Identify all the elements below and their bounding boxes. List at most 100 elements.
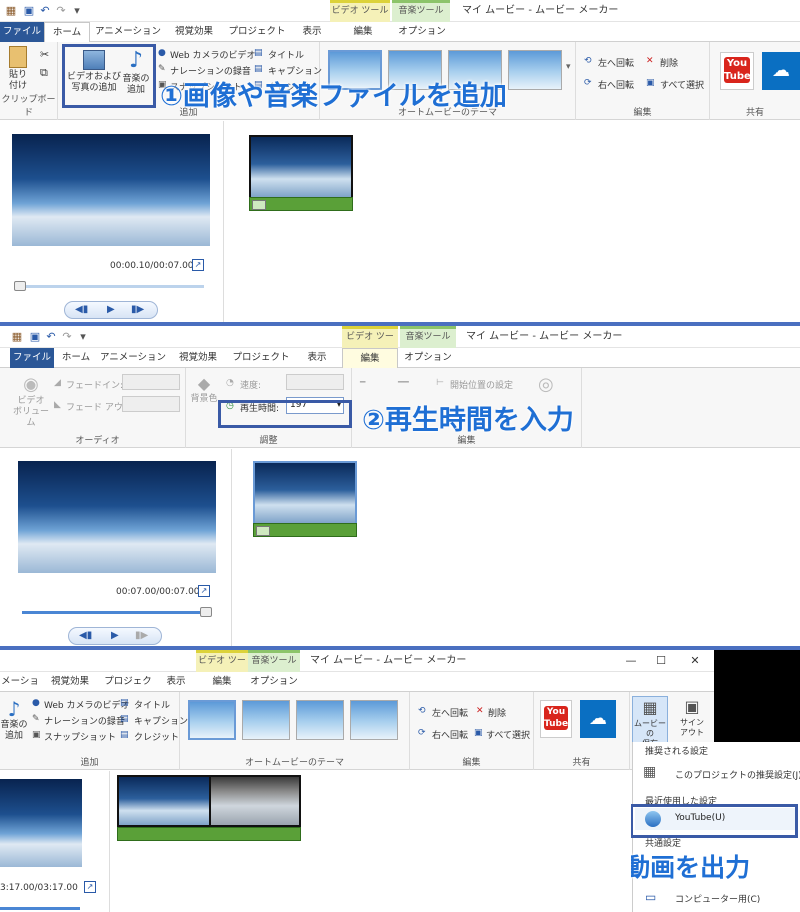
close-icon[interactable]: ✕ — [688, 654, 702, 668]
credit-button[interactable]: クレジット — [134, 730, 179, 743]
menu-item-computer[interactable]: コンピューター用(C) — [675, 892, 760, 905]
tab-animation[interactable]: メーション — [0, 672, 40, 707]
seek-slider[interactable] — [16, 285, 204, 288]
tab-visual-effects[interactable]: 視覚効果 — [170, 348, 226, 368]
previous-frame-icon[interactable]: ◀▮ — [79, 630, 92, 641]
rotate-left-button[interactable]: 左へ回転 — [432, 706, 468, 719]
timeline-clip[interactable] — [117, 775, 211, 827]
play-icon[interactable]: ▶ — [111, 630, 119, 641]
seek-slider[interactable] — [0, 907, 80, 910]
theme-thumbnail[interactable] — [508, 50, 562, 90]
add-music-button[interactable]: ♪ 音楽の 追加 — [0, 698, 28, 742]
onedrive-button[interactable]: ☁ — [580, 700, 616, 738]
cut-icon[interactable]: ✂ — [40, 48, 49, 61]
music-track[interactable] — [253, 523, 357, 537]
fade-out-select[interactable] — [122, 396, 180, 412]
tab-view[interactable]: 表示 — [158, 672, 194, 692]
youtube-button[interactable]: You Tube — [540, 700, 572, 738]
fullscreen-icon[interactable]: ↗ — [192, 259, 204, 271]
timeline-clip[interactable] — [253, 461, 357, 525]
tab-project[interactable]: プロジェクト — [100, 672, 156, 707]
theme-thumbnail[interactable] — [188, 700, 236, 740]
paste-button[interactable]: 貼り 付け — [4, 46, 32, 92]
select-all-button[interactable]: すべて選択 — [486, 728, 530, 741]
tab-options[interactable]: オプション — [248, 672, 300, 692]
delete-button[interactable]: 削除 — [488, 706, 506, 719]
undo-icon[interactable]: ↶ — [44, 330, 58, 344]
redo-icon[interactable]: ↷ — [60, 330, 74, 344]
timeline-clip[interactable] — [209, 775, 301, 827]
undo-icon[interactable]: ↶ — [38, 4, 52, 18]
next-frame-icon[interactable]: ▮▶ — [131, 304, 144, 315]
tab-file[interactable]: ファイル — [0, 22, 44, 42]
tab-edit[interactable]: 編集 — [196, 672, 248, 692]
music-track[interactable] — [117, 827, 301, 841]
rotate-right-button[interactable]: 右へ回転 — [432, 728, 468, 741]
tab-animation[interactable]: アニメーション — [92, 22, 164, 42]
delete-button[interactable]: 削除 — [660, 56, 678, 69]
video-volume-button[interactable]: ◉ ビデオ ボリューム — [12, 374, 50, 429]
tab-edit[interactable]: 編集 — [334, 22, 392, 42]
menu-item-project-recommended[interactable]: このプロジェクトの推奨設定(J) — [675, 768, 800, 781]
delete-icon: ✕ — [646, 56, 654, 66]
theme-scroll-icon[interactable]: ▾ — [566, 62, 571, 72]
video-preview — [0, 779, 82, 867]
tab-home[interactable]: ホーム — [56, 348, 96, 368]
background-color-button[interactable]: ◆ 背景色 — [190, 374, 218, 405]
tab-edit[interactable]: 編集 — [342, 348, 398, 369]
fullscreen-icon[interactable]: ↗ — [198, 585, 210, 597]
redo-icon[interactable]: ↷ — [54, 4, 68, 18]
seek-slider[interactable] — [22, 611, 212, 614]
tab-view[interactable]: 表示 — [296, 348, 338, 368]
tab-animation[interactable]: アニメーション — [98, 348, 168, 368]
youtube-button[interactable]: You Tube — [720, 52, 754, 90]
quick-access-dropdown-icon[interactable]: ▾ — [76, 330, 90, 344]
title-button[interactable]: タイトル — [134, 698, 170, 711]
fullscreen-icon[interactable]: ↗ — [84, 881, 96, 893]
tab-view[interactable]: 表示 — [292, 22, 332, 42]
rotate-left-button[interactable]: 左へ回転 — [598, 56, 634, 69]
tab-home[interactable]: ホーム — [44, 22, 90, 43]
webcam-video-button[interactable]: Web カメラのビデオ — [170, 48, 255, 61]
onedrive-button[interactable]: ☁ — [762, 52, 800, 90]
theme-thumbnail[interactable] — [296, 700, 344, 740]
stabilize-icon[interactable]: ◎ — [538, 374, 554, 395]
tab-visual-effects[interactable]: 視覚効果 — [42, 672, 98, 692]
set-start-point-button[interactable]: 開始位置の設定 — [450, 378, 513, 391]
previous-frame-icon[interactable]: ◀▮ — [75, 304, 88, 315]
webcam-video-button[interactable]: Web カメラのビデオ — [44, 698, 129, 711]
speed-select[interactable] — [286, 374, 344, 390]
select-all-button[interactable]: すべて選択 — [660, 78, 704, 91]
maximize-icon[interactable]: ☐ — [654, 654, 668, 668]
next-frame-icon[interactable]: ▮▶ — [135, 630, 148, 641]
minimize-icon[interactable]: — — [624, 654, 638, 668]
timeline-clip[interactable] — [249, 135, 353, 199]
trim-icon[interactable]: ━━ — [398, 378, 409, 388]
save-icon[interactable]: ▣ — [22, 4, 36, 18]
title-button[interactable]: タイトル — [268, 48, 304, 61]
fade-in-select[interactable] — [122, 374, 180, 390]
music-track[interactable] — [249, 197, 353, 211]
quick-access-dropdown-icon[interactable]: ▾ — [70, 4, 84, 18]
copy-icon[interactable]: ⧉ — [40, 66, 48, 80]
group-edit: ⟲ 左へ回転 ✕ 削除 ⟳ 右へ回転 ▣ すべて選択 編集 — [410, 692, 534, 770]
save-icon[interactable]: ▣ — [28, 330, 42, 344]
record-narration-button[interactable]: ナレーションの録音 — [44, 714, 125, 727]
tab-project[interactable]: プロジェクト — [228, 348, 294, 368]
tab-visual-effects[interactable]: 視覚効果 — [166, 22, 222, 42]
split-icon[interactable]: ━ — [360, 378, 365, 388]
tab-file[interactable]: ファイル — [10, 348, 54, 368]
seek-handle[interactable] — [200, 607, 212, 617]
tab-options[interactable]: オプション — [394, 22, 450, 42]
rotate-right-button[interactable]: 右へ回転 — [598, 78, 634, 91]
app-icon: ▦ — [11, 330, 23, 343]
tab-project[interactable]: プロジェクト — [224, 22, 290, 42]
sign-out-button[interactable]: ▣ サイン アウト — [674, 696, 710, 748]
play-icon[interactable]: ▶ — [107, 304, 115, 315]
seek-handle[interactable] — [14, 281, 26, 291]
tab-options[interactable]: オプション — [400, 348, 456, 368]
theme-thumbnail[interactable] — [350, 700, 398, 740]
snapshot-button[interactable]: スナップショット — [44, 730, 116, 743]
save-movie-button[interactable]: ▦ ムービーの 保存 — [632, 696, 668, 748]
theme-thumbnail[interactable] — [242, 700, 290, 740]
